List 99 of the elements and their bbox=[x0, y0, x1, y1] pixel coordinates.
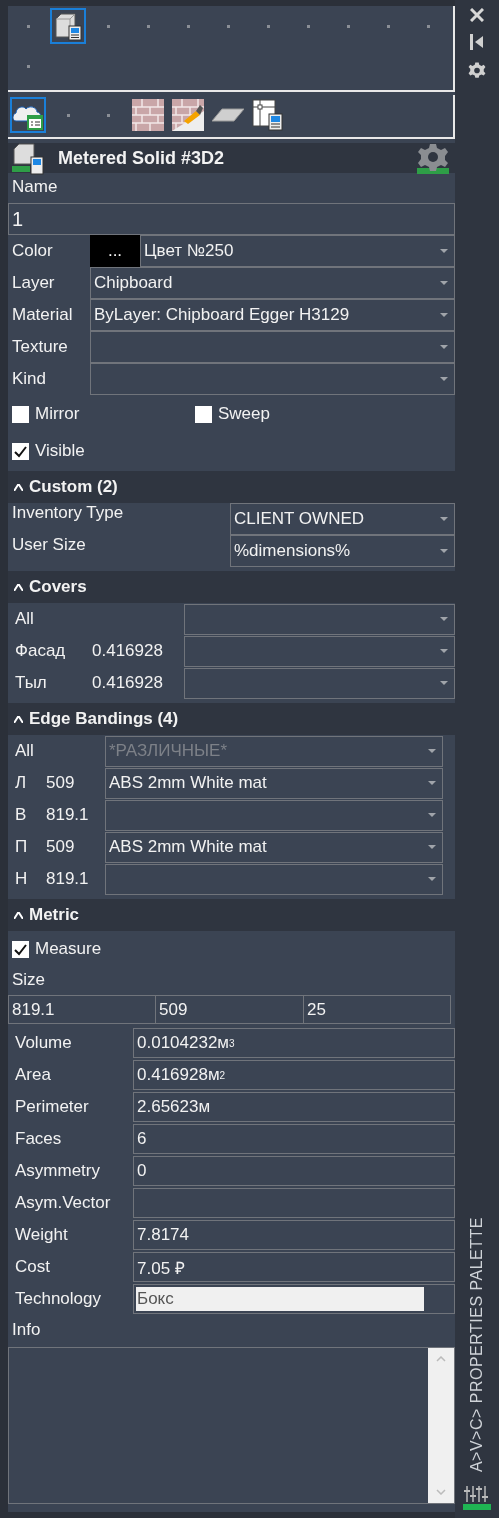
metric-label: Volume bbox=[14, 1033, 73, 1053]
solid-properties-icon[interactable] bbox=[52, 10, 84, 42]
edge-length: 509 bbox=[46, 837, 75, 857]
settings-icon[interactable] bbox=[468, 62, 486, 80]
dropdown-field[interactable] bbox=[184, 635, 455, 667]
palette-title: A>V>C> PROPERTIES PALETTE bbox=[468, 1216, 486, 1472]
checkbox-label: Measure bbox=[35, 939, 102, 959]
edge-label: Л bbox=[15, 773, 28, 793]
close-icon[interactable] bbox=[470, 8, 484, 22]
section-header[interactable]: Covers bbox=[8, 571, 455, 603]
object-title: Metered Solid #3D2 bbox=[58, 147, 226, 169]
dropdown-field[interactable]: CLIENT OWNED bbox=[230, 503, 455, 535]
caret-icon bbox=[428, 813, 436, 817]
gear-icon[interactable] bbox=[417, 142, 449, 174]
section-header[interactable]: Custom (2) bbox=[8, 471, 455, 503]
edge-label: Н bbox=[15, 869, 29, 889]
checkbox-label: Sweep bbox=[218, 404, 270, 424]
caret-icon bbox=[440, 377, 448, 381]
dropdown-field[interactable] bbox=[105, 863, 443, 895]
property-label: Texture bbox=[11, 337, 69, 357]
brick-brush-icon[interactable] bbox=[172, 99, 204, 131]
dropdown-field[interactable] bbox=[105, 799, 443, 831]
cover-area: 0.416928 bbox=[92, 641, 163, 661]
value-field[interactable]: 2.65623м bbox=[133, 1092, 455, 1122]
property-label: Inventory Type bbox=[11, 503, 125, 523]
metric-label: Technology bbox=[14, 1289, 102, 1309]
collapse-icon bbox=[14, 583, 23, 591]
dropdown-field[interactable]: %dimensions% bbox=[230, 535, 455, 567]
metric-label: Perimeter bbox=[14, 1097, 90, 1117]
cover-label: Фасад bbox=[15, 641, 67, 661]
collapse-icon bbox=[14, 483, 23, 491]
property-label: Material bbox=[11, 305, 74, 325]
metric-label: Cost bbox=[14, 1257, 51, 1277]
caret-icon bbox=[440, 549, 448, 553]
caret-icon bbox=[440, 281, 448, 285]
edge-length: 819.1 bbox=[46, 805, 89, 825]
dropdown-field[interactable]: ABS 2mm White mat bbox=[105, 767, 443, 799]
panel-properties-icon[interactable] bbox=[252, 99, 284, 131]
dropdown-field[interactable] bbox=[90, 331, 455, 363]
checkbox-label: Mirror bbox=[35, 404, 80, 424]
size-field[interactable]: 819.1 bbox=[8, 995, 155, 1024]
value-field[interactable]: 7.05 ₽ bbox=[133, 1252, 455, 1282]
caret-icon bbox=[440, 649, 448, 653]
metric-label: Asymmetry bbox=[14, 1161, 101, 1181]
property-label: User Size bbox=[11, 535, 87, 555]
cover-label: All bbox=[15, 609, 35, 629]
size-field[interactable]: 509 bbox=[155, 995, 303, 1024]
checkbox-label: Visible bbox=[35, 441, 85, 461]
property-label: Layer bbox=[11, 273, 56, 293]
cloud-list-icon[interactable] bbox=[12, 99, 44, 131]
dropdown-field[interactable]: Цвет №250 bbox=[140, 235, 455, 267]
edge-length: 819.1 bbox=[46, 869, 89, 889]
collapse-panel-icon[interactable] bbox=[470, 34, 484, 50]
property-label: Kind bbox=[11, 369, 48, 389]
edge-length: 509 bbox=[46, 773, 75, 793]
dropdown-field[interactable] bbox=[184, 667, 455, 699]
dropdown-field[interactable] bbox=[90, 363, 455, 395]
combo-field[interactable]: Бокс bbox=[133, 1284, 455, 1314]
section-header[interactable]: Metric bbox=[8, 899, 455, 931]
metric-label: Asym.Vector bbox=[14, 1193, 112, 1213]
edge-label: All bbox=[15, 741, 35, 761]
caret-icon bbox=[428, 845, 436, 849]
dropdown-field[interactable]: ABS 2mm White mat bbox=[105, 831, 443, 863]
dropdown-field[interactable]: ByLayer: Chipboard Egger H3129 bbox=[90, 299, 455, 331]
name-field[interactable]: 1 bbox=[8, 203, 455, 235]
edge-label: П bbox=[15, 837, 29, 857]
value-field[interactable]: 6 bbox=[133, 1124, 455, 1154]
size-label: Size bbox=[11, 970, 46, 990]
dropdown-field[interactable] bbox=[184, 603, 455, 635]
solid-object-icon bbox=[12, 141, 46, 175]
edge-label: В bbox=[15, 805, 28, 825]
collapse-icon bbox=[14, 911, 23, 919]
collapse-icon bbox=[14, 715, 23, 723]
metric-label: Faces bbox=[14, 1129, 63, 1149]
metric-label: Area bbox=[14, 1065, 52, 1085]
cover-label: Тыл bbox=[15, 673, 48, 693]
info-label: Info bbox=[12, 1320, 41, 1340]
caret-icon bbox=[440, 345, 448, 349]
caret-icon bbox=[440, 681, 448, 685]
color-swatch-button[interactable]: ... bbox=[90, 235, 140, 267]
caret-icon bbox=[428, 749, 436, 753]
info-field[interactable] bbox=[8, 1347, 455, 1504]
cover-area: 0.416928 bbox=[92, 673, 163, 693]
property-label: Color bbox=[11, 241, 54, 261]
value-field[interactable]: 7.8174 bbox=[133, 1220, 455, 1250]
metric-label: Weight bbox=[14, 1225, 69, 1245]
caret-icon bbox=[440, 517, 448, 521]
sliders-icon[interactable] bbox=[463, 1484, 491, 1510]
value-field[interactable]: 0 bbox=[133, 1156, 455, 1186]
caret-icon bbox=[440, 617, 448, 621]
size-field[interactable]: 25 bbox=[303, 995, 451, 1024]
caret-icon bbox=[428, 877, 436, 881]
caret-icon bbox=[428, 781, 436, 785]
value-field[interactable] bbox=[133, 1188, 455, 1218]
section-header[interactable]: Edge Bandings (4) bbox=[8, 703, 455, 735]
caret-icon bbox=[440, 313, 448, 317]
caret-icon bbox=[440, 249, 448, 253]
name-label: Name bbox=[11, 177, 58, 197]
dropdown-field[interactable]: Chipboard bbox=[90, 267, 455, 299]
